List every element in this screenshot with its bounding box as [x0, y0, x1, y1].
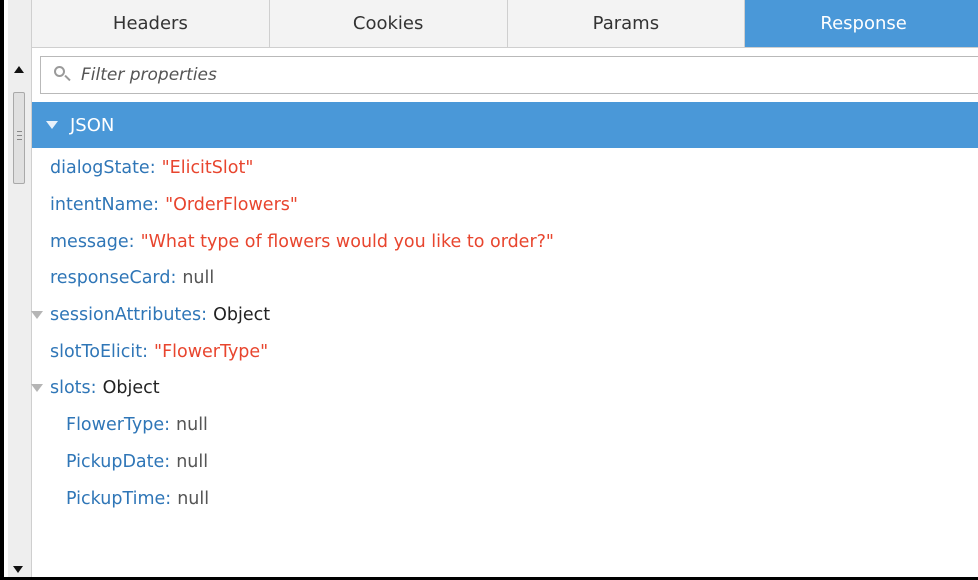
json-tree: dialogState: "ElicitSlot" intentName: "O… — [31, 150, 978, 517]
json-section-header[interactable]: JSON — [32, 102, 978, 148]
property-key: PickupTime — [66, 488, 166, 509]
scroll-down-icon[interactable] — [13, 566, 23, 573]
tree-row-flowertype[interactable]: FlowerType: null — [32, 407, 978, 444]
filter-box[interactable] — [40, 56, 978, 94]
property-value: null — [182, 268, 215, 289]
property-key: dialogState — [50, 158, 150, 179]
tab-cookies[interactable]: Cookies — [270, 0, 508, 47]
property-value: "FlowerType" — [154, 341, 269, 362]
tab-response[interactable]: Response — [745, 0, 978, 47]
property-key: message — [50, 231, 129, 252]
tree-row-responsecard[interactable]: responseCard: null — [32, 260, 978, 297]
devtools-panel: Headers Cookies Params Response JSON dia… — [0, 0, 978, 580]
property-value: "ElicitSlot" — [161, 158, 254, 179]
property-value: null — [176, 415, 208, 436]
property-key: FlowerType — [66, 415, 165, 436]
filter-properties-input[interactable] — [81, 65, 881, 85]
property-value: Object — [213, 305, 271, 326]
tree-row-dialogstate[interactable]: dialogState: "ElicitSlot" — [32, 150, 978, 187]
property-value: "OrderFlowers" — [165, 195, 298, 216]
tree-row-slottoelicit[interactable]: slotToElicit: "FlowerType" — [32, 333, 978, 370]
tab-params[interactable]: Params — [508, 0, 746, 47]
property-value: null — [176, 451, 209, 472]
expand-triangle-icon[interactable] — [31, 384, 43, 393]
property-value: null — [177, 488, 210, 509]
tree-row-pickuptime[interactable]: PickupTime: null — [32, 480, 978, 517]
search-icon — [53, 64, 75, 86]
property-key: PickupDate — [66, 451, 165, 472]
vertical-scrollbar[interactable] — [8, 0, 32, 577]
json-section-label: JSON — [70, 114, 115, 136]
property-key: sessionAttributes — [50, 305, 202, 326]
tree-row-intentname[interactable]: intentName: "OrderFlowers" — [32, 187, 978, 224]
property-key: slotToElicit — [50, 341, 143, 362]
property-key: intentName — [50, 195, 154, 216]
expand-triangle-icon[interactable] — [46, 121, 58, 129]
scroll-up-icon[interactable] — [14, 66, 24, 73]
tab-headers[interactable]: Headers — [32, 0, 270, 47]
property-value: Object — [102, 378, 160, 399]
tab-bar: Headers Cookies Params Response — [32, 0, 978, 48]
property-key: responseCard — [50, 268, 171, 289]
tree-row-slots[interactable]: slots: Object — [31, 370, 978, 407]
property-value: "What type of flowers would you like to … — [140, 231, 554, 252]
tree-row-sessionattributes[interactable]: sessionAttributes: Object — [31, 297, 978, 334]
scrollbar-thumb[interactable] — [13, 92, 25, 184]
expand-triangle-icon[interactable] — [31, 311, 43, 320]
tree-row-pickupdate[interactable]: PickupDate: null — [32, 444, 978, 481]
property-key: slots — [50, 378, 91, 399]
tree-row-message[interactable]: message: "What type of flowers would you… — [32, 223, 978, 260]
